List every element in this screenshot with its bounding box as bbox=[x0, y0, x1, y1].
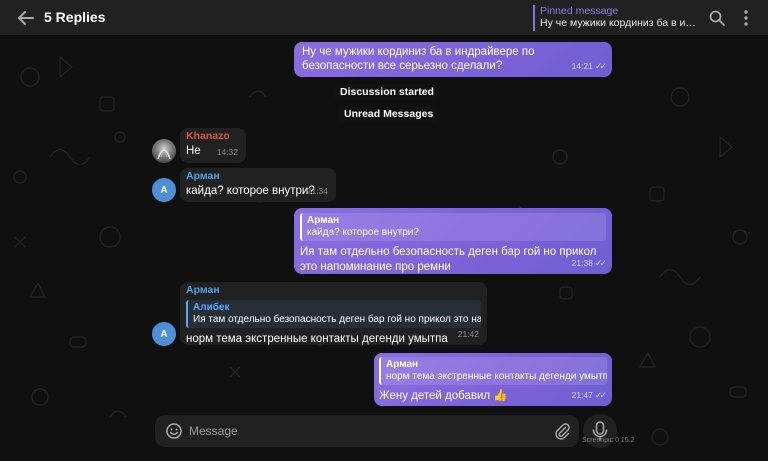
read-checks-icon: ✓✓ bbox=[594, 390, 607, 400]
service-message: Discussion started bbox=[332, 84, 442, 100]
message-bubble[interactable]: Khanazo Не 14:32 bbox=[180, 128, 246, 163]
reply-quote[interactable]: Арман норм тема экстренные контакты деге… bbox=[379, 357, 607, 385]
message-text: Ну че мужики кординиз ба в индрайвере по… bbox=[302, 46, 535, 72]
quote-text: норм тема экстренные контакты дегенди ум… bbox=[386, 371, 607, 382]
quote-sender: Арман bbox=[386, 359, 419, 370]
message-time: 21:47 bbox=[571, 390, 593, 400]
service-message: Unread Messages bbox=[336, 106, 442, 122]
avatar[interactable]: А bbox=[152, 178, 176, 202]
page-title: 5 Replies bbox=[44, 9, 106, 25]
pinned-message[interactable]: Pinned message Ну че мужики кординиз ба … bbox=[533, 5, 701, 31]
reply-quote[interactable]: Алибек Ия там отдельно безопасность деге… bbox=[186, 300, 481, 328]
message-text: норм тема экстренные контакты дегенди ум… bbox=[186, 333, 448, 345]
avatar[interactable]: А bbox=[152, 322, 176, 346]
quote-text: Ия там отдельно безопасность деген бар г… bbox=[193, 314, 481, 325]
read-checks-icon: ✓✓ bbox=[594, 61, 607, 71]
read-checks-icon: ✓✓ bbox=[594, 258, 607, 268]
message-bubble[interactable]: Арман кайда? которое внутри? 21:34 bbox=[180, 168, 336, 202]
search-icon[interactable] bbox=[708, 9, 726, 27]
message-meta: 14:21 ✓✓ bbox=[571, 58, 607, 74]
sender-name[interactable]: Арман bbox=[186, 284, 481, 297]
message-time: 21:34 bbox=[306, 186, 328, 196]
more-vertical-icon[interactable] bbox=[738, 9, 754, 27]
reply-quote[interactable]: Арман кайда? которое внутри? bbox=[300, 213, 606, 241]
message-meta: 21:47 ✓✓ bbox=[571, 387, 607, 403]
sender-name[interactable]: Khanazo bbox=[186, 130, 240, 143]
quote-text: кайда? которое внутри? bbox=[307, 227, 419, 238]
back-arrow-icon[interactable] bbox=[14, 6, 38, 30]
emoji-icon[interactable] bbox=[165, 422, 183, 440]
message-bubble[interactable]: Арман Алибек Ия там отдельно безопасност… bbox=[180, 282, 487, 345]
chat-area[interactable]: Ну че мужики кординиз ба в индрайвере по… bbox=[0, 37, 768, 461]
attach-icon[interactable] bbox=[553, 422, 571, 440]
chat-header: 5 Replies Pinned message Ну че мужики ко… bbox=[0, 0, 768, 36]
message-time: 14:21 bbox=[571, 61, 593, 71]
message-input[interactable] bbox=[189, 422, 539, 440]
sender-name[interactable]: Арман bbox=[186, 170, 330, 183]
message-time: 21:38 bbox=[571, 258, 593, 268]
message-bubble[interactable]: Арман кайда? которое внутри? Ия там отде… bbox=[294, 208, 612, 274]
message-text: Ия там отдельно безопасность деген бар г… bbox=[300, 246, 597, 273]
quote-sender: Арман bbox=[307, 215, 340, 226]
pinned-message-text: Ну че мужики кординиз ба в индрайвере по… bbox=[540, 17, 701, 29]
watermark: Screenpic 0.15.2 bbox=[582, 437, 635, 444]
message-time: 14:32 bbox=[216, 147, 238, 157]
quote-sender: Алибек bbox=[193, 302, 230, 313]
message-meta: 21:38 ✓✓ bbox=[571, 255, 607, 271]
pinned-message-label: Pinned message bbox=[540, 5, 619, 17]
avatar[interactable] bbox=[152, 139, 176, 163]
message-composer bbox=[155, 415, 579, 447]
message-time: 21:42 bbox=[457, 329, 479, 339]
message-bubble[interactable]: Арман норм тема экстренные контакты деге… bbox=[374, 353, 612, 406]
message-bubble[interactable]: Ну че мужики кординиз ба в индрайвере по… bbox=[294, 42, 612, 77]
